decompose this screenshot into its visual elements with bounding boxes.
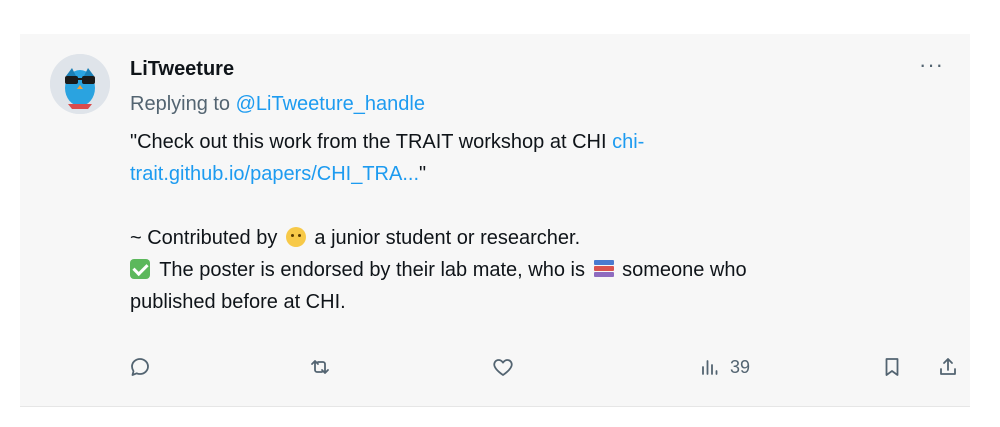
heart-icon [493, 359, 513, 376]
contributed-prefix: ~ Contributed by [130, 227, 283, 249]
share-button[interactable] [936, 352, 960, 382]
endorsed-line-2: published before at CHI. [130, 291, 346, 313]
tweet-link-line: trait.github.io/papers/CHI_TRA..." [130, 158, 930, 190]
replying-handle-link[interactable]: @LiTweeture_handle [236, 93, 425, 115]
tweet-actions-bar: 39 [128, 352, 956, 382]
contributed-line: ~ Contributed by a junior student or res… [130, 222, 930, 254]
share-icon [940, 358, 956, 375]
endorsed-suffix: someone who [616, 259, 747, 281]
paper-link-part2[interactable]: trait.github.io/papers/CHI_TRA... [130, 163, 419, 185]
paper-link-part1[interactable]: chi- [612, 131, 644, 153]
reply-icon [131, 358, 149, 376]
more-options-icon[interactable]: ··· [919, 52, 944, 78]
quote-close: " [419, 163, 427, 185]
replying-prefix: Replying to [130, 93, 236, 115]
books-emoji-icon [593, 259, 614, 279]
replying-to: Replying to @LiTweeture_handle [130, 93, 425, 116]
author-name[interactable]: LiTweeture [130, 58, 234, 81]
retweet-icon [311, 360, 329, 374]
like-button[interactable] [491, 352, 515, 382]
quote-text: "Check out this work from the TRAIT work… [130, 131, 613, 153]
analytics-icon [702, 360, 718, 375]
tweet-body: "Check out this work from the TRAIT work… [130, 126, 930, 318]
owl-avatar-icon[interactable] [50, 54, 110, 114]
check-mark-emoji-icon [130, 259, 150, 279]
retweet-button[interactable] [308, 352, 332, 382]
tweet-quote-line: "Check out this work from the TRAIT work… [130, 126, 930, 158]
bookmark-icon [885, 358, 899, 376]
views-button[interactable]: 39 [698, 352, 750, 382]
endorsed-prefix: The poster is endorsed by their lab mate… [154, 259, 591, 281]
baby-face-emoji-icon [285, 227, 306, 247]
bookmark-button[interactable] [880, 352, 904, 382]
tweet-card[interactable]: LiTweeture ··· Replying to @LiTweeture_h… [20, 34, 970, 407]
endorsed-line: The poster is endorsed by their lab mate… [130, 254, 930, 286]
contributed-suffix: a junior student or researcher. [308, 227, 581, 249]
views-count: 39 [730, 356, 751, 377]
reply-button[interactable] [128, 352, 152, 382]
